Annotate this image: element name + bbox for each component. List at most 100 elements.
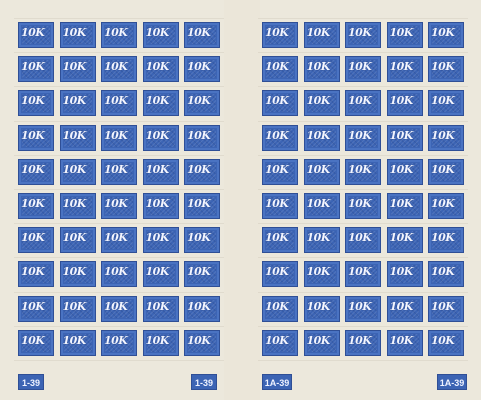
stamp-right-r4-c1: 10K bbox=[262, 124, 298, 151]
stamp-denomination: 10K bbox=[348, 162, 372, 176]
stamp-denomination: 10K bbox=[104, 26, 128, 39]
stamp-denomination: 10K bbox=[389, 94, 414, 108]
stamp-denomination: 10K bbox=[389, 299, 414, 313]
stamp-left-r1-c1: 10K bbox=[18, 22, 54, 48]
stamp-left-r9-c3: 10K bbox=[101, 295, 137, 322]
stamp-denomination: 10K bbox=[62, 333, 87, 347]
stamp-denomination: 10K bbox=[21, 299, 45, 313]
stamp-denomination: 10K bbox=[389, 128, 414, 142]
stamp-right-r3-c2: 10K bbox=[303, 90, 340, 117]
stamp-denomination: 10K bbox=[306, 333, 331, 347]
stamp-denomination: 10K bbox=[306, 26, 331, 39]
stamp-left-r3-c4: 10K bbox=[142, 90, 179, 117]
stamp-right-r6-c4: 10K bbox=[386, 193, 423, 219]
stamp-right-r1-c4: 10K bbox=[386, 22, 423, 48]
stamp-denomination: 10K bbox=[145, 26, 170, 39]
stamp-denomination: 10K bbox=[62, 197, 87, 210]
stamp-right-r8-c2: 10K bbox=[303, 261, 340, 288]
stamp-right-r8-c4: 10K bbox=[386, 261, 423, 288]
stamp-denomination: 10K bbox=[431, 60, 455, 74]
stamp-denomination: 10K bbox=[265, 333, 289, 347]
stamp-left-r4-c5: 10K bbox=[184, 124, 220, 151]
stamp-left-r6-c2: 10K bbox=[59, 193, 96, 219]
stamp-denomination: 10K bbox=[431, 26, 455, 39]
stamp-left-r4-c1: 10K bbox=[18, 124, 54, 151]
stamp-denomination: 10K bbox=[21, 26, 45, 39]
perforation-line bbox=[14, 154, 224, 156]
stamp-denomination: 10K bbox=[104, 197, 128, 210]
control-mark-4: 1A-39 bbox=[437, 374, 467, 390]
stamp-denomination: 10K bbox=[62, 26, 87, 39]
stamp-left-r1-c2: 10K bbox=[59, 22, 96, 48]
stamp-right-r10-c4: 10K bbox=[386, 329, 423, 356]
stamp-denomination: 10K bbox=[306, 94, 331, 108]
stamp-denomination: 10K bbox=[389, 60, 414, 74]
perforation-line bbox=[14, 189, 224, 190]
stamp-denomination: 10K bbox=[187, 333, 211, 347]
stamp-left-r6-c3: 10K bbox=[101, 193, 137, 219]
stamp-left-r3-c5: 10K bbox=[184, 90, 220, 117]
stamp-denomination: 10K bbox=[348, 94, 372, 108]
stamp-right-r7-c2: 10K bbox=[303, 227, 340, 254]
stamp-left-r9-c2: 10K bbox=[59, 295, 96, 322]
stamp-left-r7-c2: 10K bbox=[59, 227, 96, 254]
stamp-denomination: 10K bbox=[145, 162, 170, 176]
stamp-denomination: 10K bbox=[265, 299, 289, 313]
stamp-left-r2-c5: 10K bbox=[184, 56, 220, 83]
stamp-denomination: 10K bbox=[21, 94, 45, 108]
stamp-right-r10-c1: 10K bbox=[262, 329, 298, 356]
stamp-left-r9-c1: 10K bbox=[18, 295, 54, 322]
stamp-right-r9-c4: 10K bbox=[386, 295, 423, 322]
stamp-denomination: 10K bbox=[306, 60, 331, 74]
stamp-left-r10-c5: 10K bbox=[184, 329, 220, 356]
stamp-left-r2-c4: 10K bbox=[142, 56, 179, 83]
stamp-right-r7-c1: 10K bbox=[262, 227, 298, 254]
stamp-left-r8-c5: 10K bbox=[184, 261, 220, 288]
stamp-denomination: 10K bbox=[306, 299, 331, 313]
stamp-denomination: 10K bbox=[348, 197, 372, 210]
stamp-right-r2-c1: 10K bbox=[262, 56, 298, 83]
stamp-right-r7-c4: 10K bbox=[386, 227, 423, 254]
perforation-line bbox=[258, 189, 468, 190]
stamp-left-r6-c4: 10K bbox=[142, 193, 179, 219]
stamp-denomination: 10K bbox=[145, 128, 170, 142]
stamp-left-r8-c2: 10K bbox=[59, 261, 96, 288]
stamp-right-r10-c5: 10K bbox=[428, 329, 464, 356]
stamp-left-r6-c5: 10K bbox=[184, 193, 220, 219]
stamp-denomination: 10K bbox=[145, 265, 170, 279]
perforation-line bbox=[258, 52, 468, 54]
stamp-denomination: 10K bbox=[389, 197, 414, 210]
stamp-denomination: 10K bbox=[104, 60, 128, 74]
stamp-left-r7-c5: 10K bbox=[184, 227, 220, 254]
stamp-denomination: 10K bbox=[265, 265, 289, 279]
stamp-left-r5-c2: 10K bbox=[59, 158, 96, 185]
control-mark-1: 1-39 bbox=[18, 374, 44, 390]
stamp-denomination: 10K bbox=[265, 60, 289, 74]
perforation-line bbox=[258, 18, 468, 19]
stamp-right-r9-c5: 10K bbox=[428, 295, 464, 322]
stamp-denomination: 10K bbox=[21, 231, 45, 245]
perforation-line bbox=[258, 120, 468, 122]
stamp-denomination: 10K bbox=[104, 299, 128, 313]
center-gutter bbox=[224, 0, 260, 400]
stamp-right-r2-c3: 10K bbox=[345, 56, 381, 83]
stamp-left-r9-c4: 10K bbox=[142, 295, 179, 322]
perforation-line bbox=[258, 360, 468, 361]
perforation-line bbox=[14, 223, 224, 225]
perforation-line bbox=[14, 325, 224, 327]
stamp-right-r5-c3: 10K bbox=[345, 158, 381, 185]
stamp-right-r5-c4: 10K bbox=[386, 158, 423, 185]
stamp-denomination: 10K bbox=[62, 162, 87, 176]
stamp-denomination: 10K bbox=[348, 128, 372, 142]
stamp-right-r6-c3: 10K bbox=[345, 193, 381, 219]
perforation-line bbox=[14, 86, 224, 88]
stamp-right-r6-c5: 10K bbox=[428, 193, 464, 219]
stamp-denomination: 10K bbox=[21, 60, 45, 74]
stamp-denomination: 10K bbox=[187, 60, 211, 74]
stamp-left-r3-c3: 10K bbox=[101, 90, 137, 117]
stamp-left-r1-c3: 10K bbox=[101, 22, 137, 48]
stamp-right-r4-c3: 10K bbox=[345, 124, 381, 151]
stamp-denomination: 10K bbox=[389, 162, 414, 176]
stamp-left-r3-c1: 10K bbox=[18, 90, 54, 117]
stamp-denomination: 10K bbox=[389, 26, 414, 39]
